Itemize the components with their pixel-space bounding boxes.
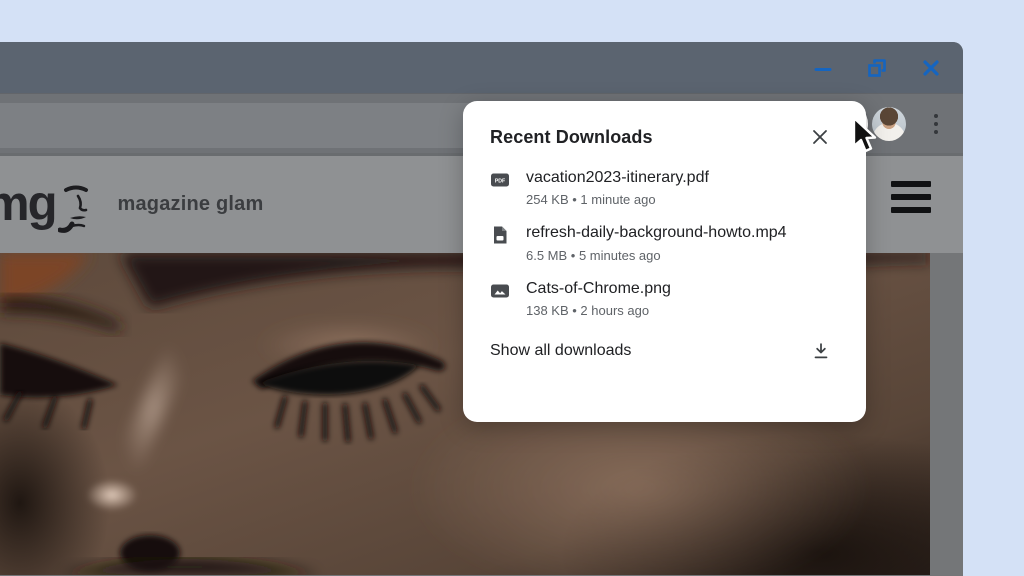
site-brand-name: magazine glam	[118, 193, 264, 216]
svg-text:PDF: PDF	[495, 179, 505, 185]
popup-close-icon[interactable]	[808, 125, 832, 149]
recent-downloads-popup: Recent Downloads PDF vacation2023-itiner…	[463, 101, 866, 422]
download-item[interactable]: Cats-of-Chrome.png 138 KB • 2 hours ago	[490, 280, 840, 318]
image-file-icon	[490, 281, 510, 301]
browser-menu-icon[interactable]	[928, 107, 944, 141]
close-icon[interactable]	[919, 56, 943, 80]
window-controls	[811, 42, 955, 93]
download-file-name: vacation2023-itinerary.pdf	[526, 169, 709, 187]
download-item[interactable]: PDF vacation2023-itinerary.pdf 254 KB • …	[490, 169, 840, 207]
pdf-file-icon: PDF	[490, 170, 510, 190]
minimize-icon[interactable]	[811, 56, 835, 80]
show-all-downloads-link[interactable]: Show all downloads	[490, 342, 631, 360]
face-sketch-icon	[58, 184, 92, 236]
download-item[interactable]: refresh-daily-background-howto.mp4 6.5 M…	[490, 224, 840, 262]
popup-title: Recent Downloads	[490, 127, 653, 148]
hamburger-menu-icon[interactable]	[891, 181, 931, 213]
site-logo-text: mg	[0, 180, 56, 229]
download-file-name: Cats-of-Chrome.png	[526, 280, 671, 298]
site-logo[interactable]: mg magazine glam	[0, 174, 263, 236]
download-file-meta: 6.5 MB • 5 minutes ago	[526, 248, 787, 263]
mouse-cursor	[851, 116, 881, 158]
download-file-meta: 254 KB • 1 minute ago	[526, 192, 709, 207]
restore-icon[interactable]	[865, 56, 889, 80]
video-file-icon	[490, 225, 510, 245]
download-file-name: refresh-daily-background-howto.mp4	[526, 224, 787, 242]
download-icon[interactable]	[810, 340, 832, 362]
titlebar	[0, 42, 963, 93]
download-file-meta: 138 KB • 2 hours ago	[526, 303, 671, 318]
